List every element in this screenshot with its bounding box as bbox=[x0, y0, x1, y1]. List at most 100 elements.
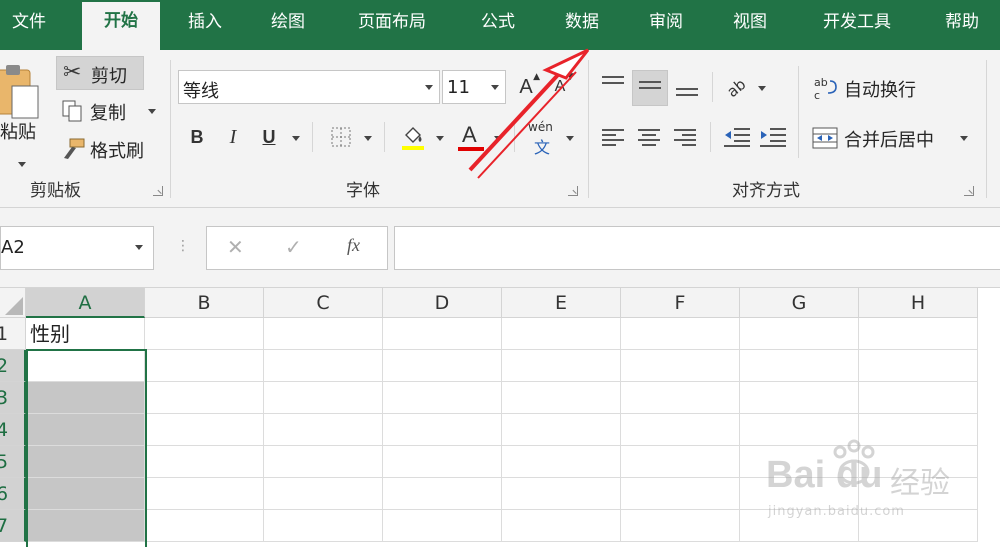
merge-center-button[interactable]: 合并后居中 bbox=[808, 120, 974, 156]
column-header-g[interactable]: G bbox=[740, 288, 859, 318]
cell-f1[interactable] bbox=[621, 318, 740, 350]
row-header-5[interactable]: 5 bbox=[0, 446, 26, 478]
italic-button[interactable]: I bbox=[218, 120, 248, 154]
font-size-dropdown-icon[interactable] bbox=[491, 85, 499, 90]
row-header-2[interactable]: 2 bbox=[0, 350, 26, 382]
tab-insert[interactable]: 插入 bbox=[176, 0, 234, 46]
cell-e5[interactable] bbox=[502, 446, 621, 478]
cell-d1[interactable] bbox=[383, 318, 502, 350]
cell-d6[interactable] bbox=[383, 478, 502, 510]
cell-f2[interactable] bbox=[621, 350, 740, 382]
tab-home[interactable]: 开始 bbox=[82, 2, 160, 50]
cell-g1[interactable] bbox=[740, 318, 859, 350]
column-header-f[interactable]: F bbox=[621, 288, 740, 318]
underline-button[interactable]: U bbox=[254, 120, 284, 154]
format-painter-button[interactable]: 格式刷 bbox=[56, 132, 156, 166]
cell-d4[interactable] bbox=[383, 414, 502, 446]
align-right-button[interactable] bbox=[668, 120, 702, 154]
confirm-entry-button[interactable]: ✓ bbox=[285, 235, 302, 259]
cell-c3[interactable] bbox=[264, 382, 383, 414]
tab-view[interactable]: 视图 bbox=[720, 0, 780, 46]
clipboard-dialog-launcher[interactable] bbox=[153, 186, 163, 196]
row-header-7[interactable]: 7 bbox=[0, 510, 26, 542]
underline-dropdown-caret[interactable] bbox=[292, 136, 300, 141]
cell-b4[interactable] bbox=[145, 414, 264, 446]
column-header-h[interactable]: H bbox=[859, 288, 978, 318]
insert-function-button[interactable]: fx bbox=[347, 235, 360, 256]
formula-bar-grip-icon[interactable]: ⋮ bbox=[176, 238, 190, 254]
tab-file[interactable]: 文件 bbox=[0, 0, 58, 46]
copy-dropdown-caret[interactable] bbox=[148, 109, 156, 114]
row-header-3[interactable]: 3 bbox=[0, 382, 26, 414]
column-header-e[interactable]: E bbox=[502, 288, 621, 318]
formula-input[interactable] bbox=[394, 226, 1000, 270]
cell-b3[interactable] bbox=[145, 382, 264, 414]
cell-f3[interactable] bbox=[621, 382, 740, 414]
cell-e7[interactable] bbox=[502, 510, 621, 542]
cell-d2[interactable] bbox=[383, 350, 502, 382]
font-dialog-launcher[interactable] bbox=[568, 186, 578, 196]
cell-d5[interactable] bbox=[383, 446, 502, 478]
cell-f5[interactable] bbox=[621, 446, 740, 478]
column-header-b[interactable]: B bbox=[145, 288, 264, 318]
font-name-combobox[interactable]: 等线 bbox=[178, 70, 440, 104]
align-left-button[interactable] bbox=[596, 120, 630, 154]
cell-c2[interactable] bbox=[264, 350, 383, 382]
row-header-6[interactable]: 6 bbox=[0, 478, 26, 510]
cell-f4[interactable] bbox=[621, 414, 740, 446]
cell-d3[interactable] bbox=[383, 382, 502, 414]
cell-d7[interactable] bbox=[383, 510, 502, 542]
cell-h2[interactable] bbox=[859, 350, 978, 382]
borders-dropdown-caret[interactable] bbox=[364, 136, 372, 141]
phonetic-guide-button[interactable]: wén 文 bbox=[526, 120, 560, 157]
name-box-dropdown-caret[interactable] bbox=[135, 245, 143, 250]
cell-e2[interactable] bbox=[502, 350, 621, 382]
align-top-button[interactable] bbox=[596, 70, 630, 106]
cell-g3[interactable] bbox=[740, 382, 859, 414]
cell-b7[interactable] bbox=[145, 510, 264, 542]
cell-e3[interactable] bbox=[502, 382, 621, 414]
bold-button[interactable]: B bbox=[182, 120, 212, 154]
font-size-combobox[interactable]: 11 bbox=[442, 70, 506, 104]
fill-color-button[interactable] bbox=[396, 120, 430, 154]
alignment-dialog-launcher[interactable] bbox=[964, 186, 974, 196]
font-color-dropdown-caret[interactable] bbox=[494, 136, 502, 141]
row-header-1[interactable]: 1 bbox=[0, 318, 26, 350]
cell-c4[interactable] bbox=[264, 414, 383, 446]
align-center-button[interactable] bbox=[632, 120, 666, 154]
font-color-button[interactable]: A bbox=[454, 120, 488, 154]
cell-b5[interactable] bbox=[145, 446, 264, 478]
cell-b2[interactable] bbox=[145, 350, 264, 382]
cell-e4[interactable] bbox=[502, 414, 621, 446]
tab-review[interactable]: 审阅 bbox=[636, 0, 696, 46]
column-header-c[interactable]: C bbox=[264, 288, 383, 318]
increase-indent-button[interactable] bbox=[756, 120, 790, 154]
fill-color-dropdown-caret[interactable] bbox=[436, 136, 444, 141]
cell-h3[interactable] bbox=[859, 382, 978, 414]
cell-e1[interactable] bbox=[502, 318, 621, 350]
orientation-button[interactable]: ab bbox=[720, 70, 752, 106]
tab-data[interactable]: 数据 bbox=[552, 0, 612, 46]
cell-c7[interactable] bbox=[264, 510, 383, 542]
cell-g2[interactable] bbox=[740, 350, 859, 382]
column-header-d[interactable]: D bbox=[383, 288, 502, 318]
borders-button[interactable] bbox=[326, 120, 356, 154]
cell-f6[interactable] bbox=[621, 478, 740, 510]
merge-center-dropdown-caret[interactable] bbox=[960, 136, 968, 141]
column-header-a[interactable]: A bbox=[26, 288, 145, 318]
tab-formulas[interactable]: 公式 bbox=[468, 0, 528, 46]
cut-button[interactable]: ✂ 剪切 bbox=[56, 56, 144, 90]
paste-dropdown-caret[interactable] bbox=[18, 162, 26, 167]
phonetic-dropdown-caret[interactable] bbox=[566, 136, 574, 141]
cell-c5[interactable] bbox=[264, 446, 383, 478]
cell-c6[interactable] bbox=[264, 478, 383, 510]
cell-h1[interactable] bbox=[859, 318, 978, 350]
orientation-dropdown-caret[interactable] bbox=[758, 86, 766, 91]
align-bottom-button[interactable] bbox=[670, 70, 704, 106]
select-all-corner[interactable] bbox=[0, 288, 26, 318]
cell-e6[interactable] bbox=[502, 478, 621, 510]
cell-f7[interactable] bbox=[621, 510, 740, 542]
cell-b1[interactable] bbox=[145, 318, 264, 350]
name-box[interactable]: A2 bbox=[0, 226, 154, 270]
copy-button[interactable]: 复制 bbox=[56, 94, 160, 128]
